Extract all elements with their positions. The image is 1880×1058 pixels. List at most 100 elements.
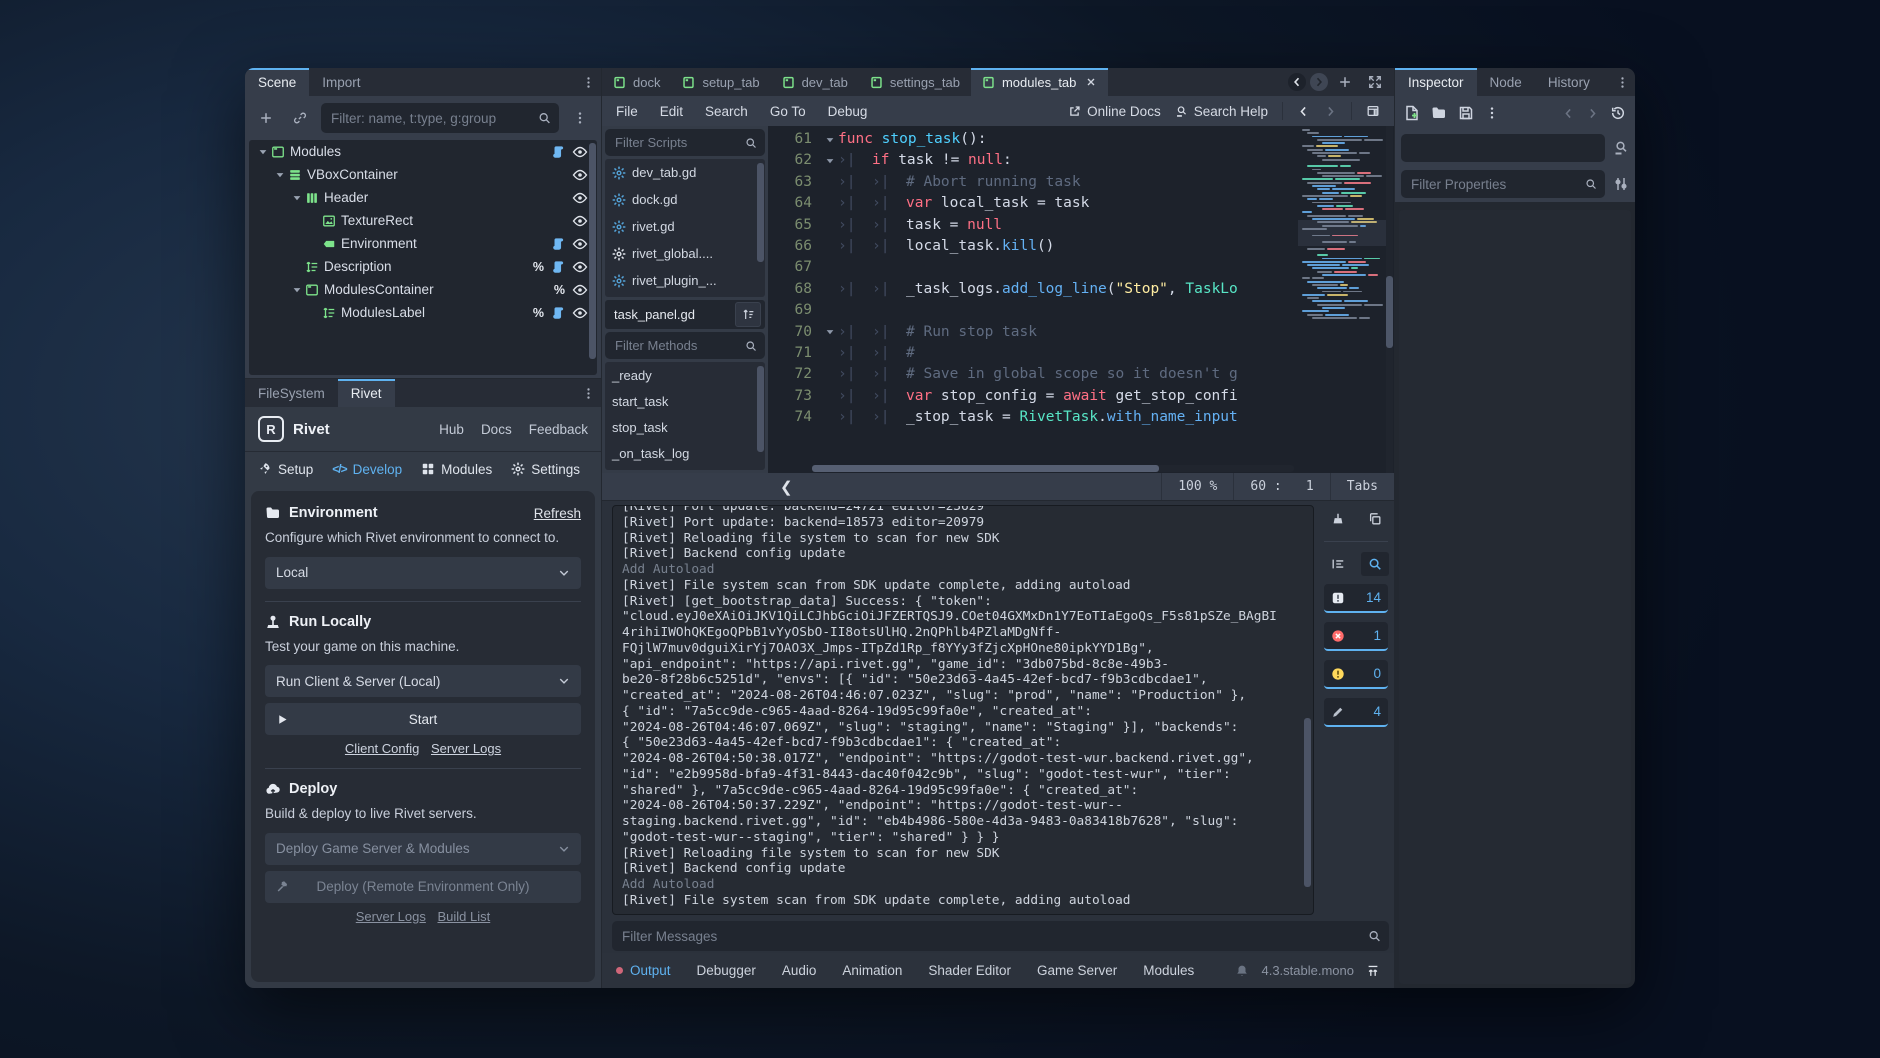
search-help-button[interactable]: Search Help — [1175, 104, 1268, 119]
scene-tabbar-menu-button[interactable] — [575, 68, 601, 96]
code-line[interactable]: 63›|›|# Abort running task — [768, 172, 1298, 193]
rivet-nav-modules[interactable]: Modules — [421, 462, 492, 477]
scene-tab-import[interactable]: Import — [309, 68, 373, 96]
method-item[interactable]: stop_task — [605, 414, 765, 440]
fold-caret-icon[interactable] — [824, 155, 836, 167]
clear-log-button[interactable] — [1324, 507, 1352, 531]
menu-go-to[interactable]: Go To — [770, 104, 806, 119]
code-line[interactable]: 66›|›|local_task.kill() — [768, 236, 1298, 257]
tree-row-modulescontainer[interactable]: ModulesContainer% — [249, 278, 597, 301]
code-line[interactable]: 61func stop_task(): — [768, 129, 1298, 150]
rivet-docs-link[interactable]: Docs — [481, 422, 512, 437]
menu-debug[interactable]: Debug — [828, 104, 868, 119]
method-sort-button[interactable] — [735, 302, 761, 327]
script-item[interactable]: rivet.gd — [605, 213, 765, 240]
history-forward-button[interactable] — [1310, 73, 1328, 91]
bottom-tab-modules[interactable]: Modules — [1143, 963, 1194, 978]
collapse-duplicates-button[interactable] — [1324, 552, 1352, 576]
log-scrollbar[interactable] — [1304, 509, 1311, 911]
visibility-eye-icon[interactable] — [572, 236, 588, 252]
bottom-tab-debugger[interactable]: Debugger — [697, 963, 756, 978]
resource-menu-icon[interactable] — [1485, 106, 1499, 120]
new-resource-icon[interactable] — [1404, 105, 1420, 121]
script-item[interactable]: dock.gd — [605, 186, 765, 213]
menu-search[interactable]: Search — [705, 104, 748, 119]
code-line[interactable]: 62›|if task != null: — [768, 150, 1298, 171]
deploy-button[interactable]: Deploy (Remote Environment Only) — [265, 871, 581, 903]
code-line[interactable]: 71›|›|# — [768, 343, 1298, 364]
code-editor[interactable]: 61func stop_task():62›|if task != null:6… — [768, 126, 1394, 473]
deploy-server-logs-link[interactable]: Server Logs — [356, 909, 426, 924]
start-button[interactable]: Start — [265, 703, 581, 735]
rivet-hub-link[interactable]: Hub — [439, 422, 464, 437]
build-list-link[interactable]: Build List — [437, 909, 490, 924]
code-hscrollbar[interactable] — [812, 465, 1294, 472]
bottom-tab-animation[interactable]: Animation — [842, 963, 902, 978]
resource-name-field[interactable] — [1401, 134, 1605, 162]
visibility-eye-icon[interactable] — [572, 305, 588, 321]
code-line[interactable]: 70›|›|# Run stop task — [768, 322, 1298, 343]
tree-row-environment[interactable]: Environment — [249, 232, 597, 255]
collapse-scripts-panel-button[interactable]: ❮ — [768, 478, 805, 496]
script-tab-modules_tab[interactable]: modules_tab — [971, 68, 1108, 96]
fold-caret-icon[interactable] — [824, 134, 836, 146]
bottom-tab-output[interactable]: Output — [616, 963, 671, 978]
distraction-free-button[interactable] — [1362, 68, 1388, 96]
filter-properties-input[interactable] — [1401, 170, 1605, 198]
indent-mode[interactable]: Tabs — [1331, 479, 1394, 494]
inspector-forward-icon[interactable] — [1586, 107, 1599, 120]
tree-caret-icon[interactable] — [289, 192, 304, 204]
tree-caret-icon[interactable] — [289, 284, 304, 296]
add-node-button[interactable] — [253, 96, 279, 140]
script-tab-settings_tab[interactable]: settings_tab — [859, 68, 971, 96]
log-filter-notice-toggle[interactable]: 14 — [1324, 584, 1388, 613]
script-badge-icon[interactable] — [551, 145, 565, 159]
code-line[interactable]: 72›|›|# Save in global scope so it doesn… — [768, 364, 1298, 385]
script-tab-dev_tab[interactable]: dev_tab — [771, 68, 859, 96]
rivet-feedback-link[interactable]: Feedback — [529, 422, 588, 437]
tree-row-modules[interactable]: Modules — [249, 140, 597, 163]
menu-file[interactable]: File — [616, 104, 638, 119]
property-tools-icon[interactable] — [1613, 176, 1629, 192]
script-list-scrollbar[interactable] — [757, 163, 764, 262]
code-vscrollbar[interactable] — [1386, 126, 1393, 473]
method-item[interactable]: _ready — [605, 362, 765, 388]
tree-row-vboxcontainer[interactable]: VBoxContainer — [249, 163, 597, 186]
unique-name-badge[interactable]: % — [533, 260, 544, 274]
instance-scene-button[interactable] — [287, 96, 313, 140]
notification-bell-icon[interactable] — [1235, 964, 1249, 978]
nav-back-icon[interactable] — [1297, 105, 1310, 118]
tree-row-moduleslabel[interactable]: ModulesLabel% — [249, 301, 597, 324]
current-script-row[interactable]: task_panel.gd — [605, 300, 765, 329]
script-item[interactable]: dev_tab.gd — [605, 159, 765, 186]
dock-tab-filesystem[interactable]: FileSystem — [245, 379, 338, 407]
script-tab-setup_tab[interactable]: setup_tab — [671, 68, 770, 96]
inspector-tab-inspector[interactable]: Inspector — [1395, 68, 1477, 96]
code-line[interactable]: 67 — [768, 257, 1298, 278]
load-resource-icon[interactable] — [1431, 105, 1447, 121]
close-tab-icon[interactable] — [1085, 76, 1097, 88]
script-item[interactable]: rivet_plugin_... — [605, 267, 765, 294]
dock-tabbar-menu-button[interactable] — [575, 379, 601, 407]
rivet-nav-settings[interactable]: Settings — [511, 462, 580, 477]
refresh-link[interactable]: Refresh — [534, 506, 581, 521]
visibility-eye-icon[interactable] — [572, 167, 588, 183]
script-panel-toggle-icon[interactable] — [1366, 104, 1380, 118]
code-line[interactable]: 69 — [768, 300, 1298, 321]
scene-menu-button[interactable] — [567, 96, 593, 140]
menu-edit[interactable]: Edit — [660, 104, 683, 119]
scene-tree-scrollbar[interactable] — [589, 143, 596, 359]
method-item[interactable]: _on_task_log — [605, 440, 765, 466]
rivet-nav-setup[interactable]: Setup — [258, 462, 313, 477]
fold-caret-icon[interactable] — [824, 326, 836, 338]
method-list-scrollbar[interactable] — [757, 366, 764, 452]
script-badge-icon[interactable] — [551, 306, 565, 320]
rivet-nav-develop[interactable]: </>Develop — [332, 462, 402, 477]
log-filter-error-toggle[interactable]: 1 — [1324, 622, 1388, 651]
bottom-tab-audio[interactable]: Audio — [782, 963, 817, 978]
save-resource-icon[interactable] — [1458, 105, 1474, 121]
code-line[interactable]: 68›|›|_task_logs.add_log_line("Stop", Ta… — [768, 279, 1298, 300]
tree-caret-icon[interactable] — [255, 146, 270, 158]
unique-name-badge[interactable]: % — [533, 306, 544, 320]
tree-caret-icon[interactable] — [272, 169, 287, 181]
